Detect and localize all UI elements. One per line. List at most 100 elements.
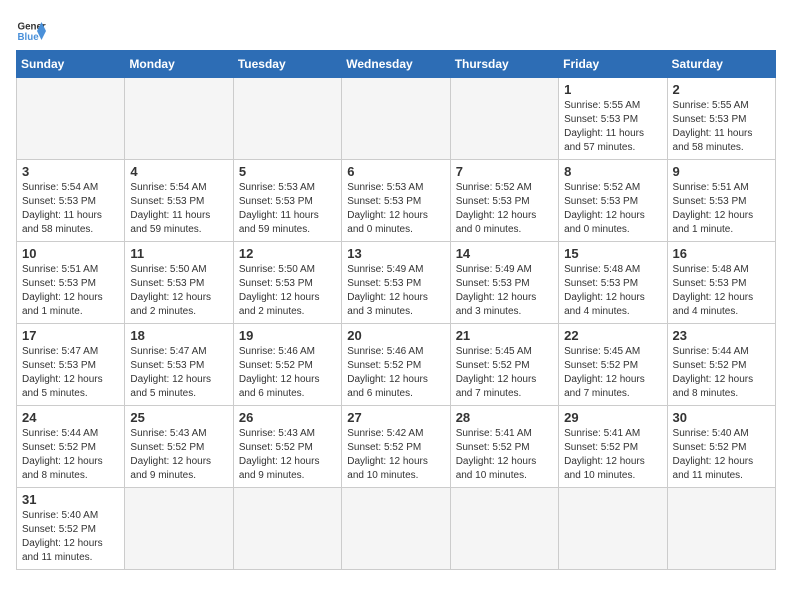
day-number: 14 (456, 246, 553, 261)
day-number: 15 (564, 246, 661, 261)
week-row-2: 3 Sunrise: 5:54 AM Sunset: 5:53 PM Daylig… (17, 160, 776, 242)
day-info: Sunrise: 5:50 AM Sunset: 5:53 PM Dayligh… (239, 263, 336, 319)
day-info: Sunrise: 5:52 AM Sunset: 5:53 PM Dayligh… (564, 181, 661, 237)
day-info: Sunrise: 5:48 AM Sunset: 5:53 PM Dayligh… (673, 263, 770, 319)
calendar-cell: 27Sunrise: 5:42 AM Sunset: 5:52 PM Dayli… (342, 406, 450, 488)
calendar-cell: 12 Sunrise: 5:50 AM Sunset: 5:53 PM Dayli… (233, 242, 341, 324)
day-number: 6 (347, 164, 444, 179)
logo: General Blue (16, 16, 46, 46)
calendar-cell: 15Sunrise: 5:48 AM Sunset: 5:53 PM Dayli… (559, 242, 667, 324)
day-info: Sunrise: 5:47 AM Sunset: 5:53 PM Dayligh… (22, 345, 119, 401)
day-number: 5 (239, 164, 336, 179)
day-info: Sunrise: 5:54 AM Sunset: 5:53 PM Dayligh… (22, 181, 119, 237)
day-info: Sunrise: 5:46 AM Sunset: 5:52 PM Dayligh… (347, 345, 444, 401)
day-number: 3 (22, 164, 119, 179)
day-number: 24 (22, 410, 119, 425)
calendar-cell: 7Sunrise: 5:52 AM Sunset: 5:53 PM Daylig… (450, 160, 558, 242)
calendar-cell: 13 Sunrise: 5:49 AM Sunset: 5:53 PM Dayli… (342, 242, 450, 324)
calendar-cell (342, 78, 450, 160)
calendar-cell: 1Sunrise: 5:55 AM Sunset: 5:53 PM Daylig… (559, 78, 667, 160)
header: General Blue (16, 16, 776, 46)
calendar-cell (450, 488, 558, 570)
calendar-cell: 9Sunrise: 5:51 AM Sunset: 5:53 PM Daylig… (667, 160, 775, 242)
day-number: 28 (456, 410, 553, 425)
weekday-header-tuesday: Tuesday (233, 51, 341, 78)
day-info: Sunrise: 5:45 AM Sunset: 5:52 PM Dayligh… (564, 345, 661, 401)
calendar-cell (450, 78, 558, 160)
calendar-cell: 29Sunrise: 5:41 AM Sunset: 5:52 PM Dayli… (559, 406, 667, 488)
calendar-cell (233, 78, 341, 160)
weekday-header-wednesday: Wednesday (342, 51, 450, 78)
day-number: 10 (22, 246, 119, 261)
day-number: 20 (347, 328, 444, 343)
weekday-header-sunday: Sunday (17, 51, 125, 78)
day-info: Sunrise: 5:41 AM Sunset: 5:52 PM Dayligh… (456, 427, 553, 483)
weekday-header-thursday: Thursday (450, 51, 558, 78)
week-row-3: 10 Sunrise: 5:51 AM Sunset: 5:53 PM Dayli… (17, 242, 776, 324)
day-number: 9 (673, 164, 770, 179)
calendar-cell: 31Sunrise: 5:40 AM Sunset: 5:52 PM Dayli… (17, 488, 125, 570)
day-info: Sunrise: 5:46 AM Sunset: 5:52 PM Dayligh… (239, 345, 336, 401)
day-info: Sunrise: 5:40 AM Sunset: 5:52 PM Dayligh… (22, 509, 119, 565)
day-info: Sunrise: 5:55 AM Sunset: 5:53 PM Dayligh… (673, 99, 770, 155)
svg-text:Blue: Blue (18, 32, 40, 43)
day-info: Sunrise: 5:54 AM Sunset: 5:53 PM Dayligh… (130, 181, 227, 237)
day-number: 26 (239, 410, 336, 425)
calendar-cell: 10 Sunrise: 5:51 AM Sunset: 5:53 PM Dayli… (17, 242, 125, 324)
day-info: Sunrise: 5:53 AM Sunset: 5:53 PM Dayligh… (347, 181, 444, 237)
calendar-cell (125, 488, 233, 570)
weekday-header-row: SundayMondayTuesdayWednesdayThursdayFrid… (17, 51, 776, 78)
day-number: 22 (564, 328, 661, 343)
day-info: Sunrise: 5:51 AM Sunset: 5:53 PM Dayligh… (22, 263, 119, 319)
calendar-cell: 18 Sunrise: 5:47 AM Sunset: 5:53 PM Dayli… (125, 324, 233, 406)
day-info: Sunrise: 5:43 AM Sunset: 5:52 PM Dayligh… (130, 427, 227, 483)
calendar-cell: 28 Sunrise: 5:41 AM Sunset: 5:52 PM Dayli… (450, 406, 558, 488)
day-info: Sunrise: 5:44 AM Sunset: 5:52 PM Dayligh… (673, 345, 770, 401)
day-info: Sunrise: 5:49 AM Sunset: 5:53 PM Dayligh… (347, 263, 444, 319)
day-info: Sunrise: 5:41 AM Sunset: 5:52 PM Dayligh… (564, 427, 661, 483)
calendar-cell (667, 488, 775, 570)
day-info: Sunrise: 5:42 AM Sunset: 5:52 PM Dayligh… (347, 427, 444, 483)
day-info: Sunrise: 5:44 AM Sunset: 5:52 PM Dayligh… (22, 427, 119, 483)
calendar-cell (17, 78, 125, 160)
calendar-cell: 23Sunrise: 5:44 AM Sunset: 5:52 PM Dayli… (667, 324, 775, 406)
day-number: 25 (130, 410, 227, 425)
week-row-1: 1Sunrise: 5:55 AM Sunset: 5:53 PM Daylig… (17, 78, 776, 160)
calendar-cell (559, 488, 667, 570)
day-number: 4 (130, 164, 227, 179)
calendar-cell: 17 Sunrise: 5:47 AM Sunset: 5:53 PM Dayli… (17, 324, 125, 406)
day-info: Sunrise: 5:52 AM Sunset: 5:53 PM Dayligh… (456, 181, 553, 237)
weekday-header-monday: Monday (125, 51, 233, 78)
day-info: Sunrise: 5:50 AM Sunset: 5:53 PM Dayligh… (130, 263, 227, 319)
day-number: 2 (673, 82, 770, 97)
week-row-4: 17 Sunrise: 5:47 AM Sunset: 5:53 PM Dayli… (17, 324, 776, 406)
calendar-table: SundayMondayTuesdayWednesdayThursdayFrid… (16, 50, 776, 570)
day-number: 19 (239, 328, 336, 343)
day-number: 18 (130, 328, 227, 343)
calendar-cell: 8 Sunrise: 5:52 AM Sunset: 5:53 PM Daylig… (559, 160, 667, 242)
calendar-cell: 11 Sunrise: 5:50 AM Sunset: 5:53 PM Dayli… (125, 242, 233, 324)
week-row-6: 31Sunrise: 5:40 AM Sunset: 5:52 PM Dayli… (17, 488, 776, 570)
generalblue-logo-icon: General Blue (16, 16, 46, 46)
weekday-header-friday: Friday (559, 51, 667, 78)
day-info: Sunrise: 5:47 AM Sunset: 5:53 PM Dayligh… (130, 345, 227, 401)
day-number: 30 (673, 410, 770, 425)
day-number: 8 (564, 164, 661, 179)
calendar-cell (125, 78, 233, 160)
day-info: Sunrise: 5:40 AM Sunset: 5:52 PM Dayligh… (673, 427, 770, 483)
day-info: Sunrise: 5:45 AM Sunset: 5:52 PM Dayligh… (456, 345, 553, 401)
day-info: Sunrise: 5:43 AM Sunset: 5:52 PM Dayligh… (239, 427, 336, 483)
calendar-cell: 19 Sunrise: 5:46 AM Sunset: 5:52 PM Dayli… (233, 324, 341, 406)
calendar-cell (342, 488, 450, 570)
calendar-cell: 2 Sunrise: 5:55 AM Sunset: 5:53 PM Daylig… (667, 78, 775, 160)
calendar-cell: 24 Sunrise: 5:44 AM Sunset: 5:52 PM Dayli… (17, 406, 125, 488)
calendar-cell (233, 488, 341, 570)
day-number: 11 (130, 246, 227, 261)
calendar-cell: 22 Sunrise: 5:45 AM Sunset: 5:52 PM Dayli… (559, 324, 667, 406)
day-number: 21 (456, 328, 553, 343)
day-number: 13 (347, 246, 444, 261)
day-number: 12 (239, 246, 336, 261)
calendar-cell: 21 Sunrise: 5:45 AM Sunset: 5:52 PM Dayli… (450, 324, 558, 406)
day-number: 17 (22, 328, 119, 343)
day-number: 16 (673, 246, 770, 261)
